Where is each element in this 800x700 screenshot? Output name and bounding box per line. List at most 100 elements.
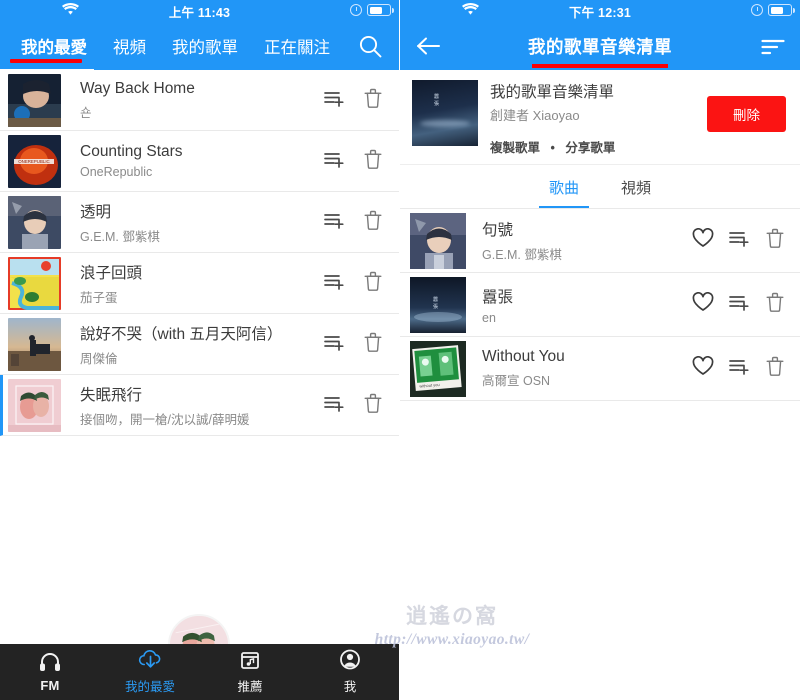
battery-icon (367, 4, 394, 16)
song-title: Without You (482, 348, 565, 365)
left-phone-screen: 上午 11:43 我的最愛 視頻 我的歌單 正在關注 Way Back Home… (0, 0, 400, 700)
nav-item-label: 我 (343, 680, 357, 694)
table-row[interactable]: 囂張 囂張 en (400, 273, 800, 337)
album-thumbnail (8, 256, 61, 310)
page-title: 我的歌單音樂清單 (528, 36, 672, 57)
trash-icon[interactable] (364, 210, 382, 235)
top-nav-bar: 我的歌單音樂清單 (400, 22, 800, 70)
table-row[interactable]: ONEREPUBLIC Counting Stars OneRepublic (0, 131, 399, 192)
tab-label: 正在關注 (264, 39, 330, 57)
nav-item-label: 我的最愛 (124, 680, 175, 694)
alarm-icon (751, 4, 763, 16)
svg-text:張: 張 (433, 304, 438, 310)
song-title: Way Back Home (80, 79, 195, 97)
playlist-header: 囂張 我的歌單音樂清單 創建者 Xiaoyao 複製歌單 • 分享歌單 刪除 (400, 70, 800, 164)
album-thumbnail (8, 73, 61, 127)
account-icon (339, 649, 361, 673)
nav-item-label: FM (40, 677, 60, 693)
status-bar-left: 上午 11:43 (0, 0, 399, 22)
bottom-navigation: FM 我的最愛 推薦 我 (0, 644, 399, 700)
song-artist: 茄子蛋 (80, 290, 118, 305)
song-artist: G.E.M. 鄧紫棋 (482, 248, 562, 262)
song-title: 失眠飛行 (80, 386, 143, 404)
nav-item-label: 推薦 (237, 679, 263, 694)
heart-icon[interactable] (692, 227, 714, 253)
table-row[interactable]: 說好不哭（with 五月天阿信） 周傑倫 (0, 314, 399, 375)
playlist-creator: 創建者 Xiaoyao (490, 108, 580, 123)
playlist-add-icon[interactable] (729, 228, 751, 253)
right-phone-screen: 下午 12:31 我的歌單音樂清單 囂張 我的歌單音樂清單 創建者 Xiaoya… (400, 0, 800, 700)
playlist-add-icon[interactable] (324, 393, 346, 418)
playlist-add-icon[interactable] (324, 332, 346, 357)
status-time-right: 下午 12:31 (568, 5, 632, 20)
headphones-icon (39, 652, 61, 675)
favorites-song-list: Way Back Home 숀 ONEREPUBLIC Counting Sta… (0, 70, 399, 436)
music-folder-icon (239, 650, 261, 673)
album-thumbnail (8, 378, 61, 432)
playlist-add-icon[interactable] (729, 356, 751, 381)
table-row[interactable]: Way Back Home 숀 (0, 70, 399, 131)
battery-icon (768, 4, 795, 16)
share-playlist-button[interactable]: 分享歌單 (565, 141, 615, 155)
trash-icon[interactable] (766, 228, 784, 253)
separator-dot: • (550, 141, 555, 155)
song-artist: OneRepublic (80, 165, 153, 179)
tab-following[interactable]: 正在關注 (251, 22, 343, 70)
trash-icon[interactable] (364, 88, 382, 113)
trash-icon[interactable] (364, 332, 382, 357)
playlist-song-list: 句號 G.E.M. 鄧紫棋 囂張 囂張 en without you Witho… (400, 209, 800, 401)
playlist-add-icon[interactable] (324, 210, 346, 235)
playlist-add-icon[interactable] (324, 88, 346, 113)
svg-text:囂: 囂 (433, 296, 438, 303)
heart-icon[interactable] (692, 291, 714, 317)
album-thumbnail: without you (410, 340, 466, 397)
song-title: Counting Stars (80, 143, 183, 160)
playlist-add-icon[interactable] (729, 292, 751, 317)
song-artist: en (482, 310, 496, 325)
tab-videos[interactable]: 視頻 (617, 165, 655, 208)
table-row[interactable]: 浪子回頭 茄子蛋 (0, 253, 399, 314)
nav-item-me[interactable]: 我 (300, 649, 399, 695)
table-row[interactable]: 透明 G.E.M. 鄧紫棋 (0, 192, 399, 253)
playlist-add-icon[interactable] (324, 271, 346, 296)
nav-item-fm[interactable]: FM (0, 652, 100, 693)
table-row[interactable]: without you Without You 高爾宣 OSN (400, 337, 800, 401)
album-thumbnail: ONEREPUBLIC (8, 134, 61, 188)
nav-item-my-favorites[interactable]: 我的最愛 (100, 649, 200, 695)
tab-my-playlist[interactable]: 我的歌單 (159, 22, 251, 70)
sort-icon[interactable] (761, 38, 785, 61)
tab-label: 視頻 (113, 39, 146, 57)
album-thumbnail: 囂張 (410, 276, 466, 333)
content-sub-tabs: 歌曲 視頻 (400, 164, 800, 209)
svg-text:ONEREPUBLIC: ONEREPUBLIC (18, 159, 49, 164)
playlist-add-icon[interactable] (324, 149, 346, 174)
tab-songs[interactable]: 歌曲 (538, 165, 590, 208)
active-tab-underline-annotation (10, 59, 82, 63)
trash-icon[interactable] (766, 292, 784, 317)
trash-icon[interactable] (364, 271, 382, 296)
screenshot-root: 上午 11:43 我的最愛 視頻 我的歌單 正在關注 Way Back Home… (0, 0, 800, 700)
song-artist: 周傑倫 (80, 351, 118, 366)
status-bar-right: 下午 12:31 (400, 0, 800, 22)
table-row[interactable]: 失眠飛行 接個吻，開一槍/沈以誠/薛明媛 (0, 375, 399, 436)
song-title: 說好不哭（with 五月天阿信） (80, 325, 283, 343)
song-artist: 숀 (80, 105, 92, 120)
tab-video[interactable]: 視頻 (100, 22, 159, 70)
page-title-underline-annotation (532, 64, 668, 68)
song-artist: 高爾宣 OSN (482, 374, 551, 388)
album-cover: 囂張 (412, 80, 478, 146)
table-row[interactable]: 句號 G.E.M. 鄧紫棋 (400, 209, 800, 273)
trash-icon[interactable] (364, 393, 382, 418)
delete-playlist-button[interactable]: 刪除 (707, 96, 786, 132)
tab-label: 視頻 (621, 180, 652, 197)
heart-icon[interactable] (692, 355, 714, 381)
copy-playlist-button[interactable]: 複製歌單 (490, 141, 540, 155)
trash-icon[interactable] (364, 149, 382, 174)
song-artist: G.E.M. 鄧紫棋 (80, 229, 160, 244)
nav-item-recommend[interactable]: 推薦 (200, 650, 300, 695)
album-thumbnail (8, 317, 61, 371)
trash-icon[interactable] (766, 356, 784, 381)
song-title: 囂張 (482, 288, 514, 306)
album-thumbnail (8, 195, 61, 249)
search-icon[interactable] (358, 34, 383, 59)
